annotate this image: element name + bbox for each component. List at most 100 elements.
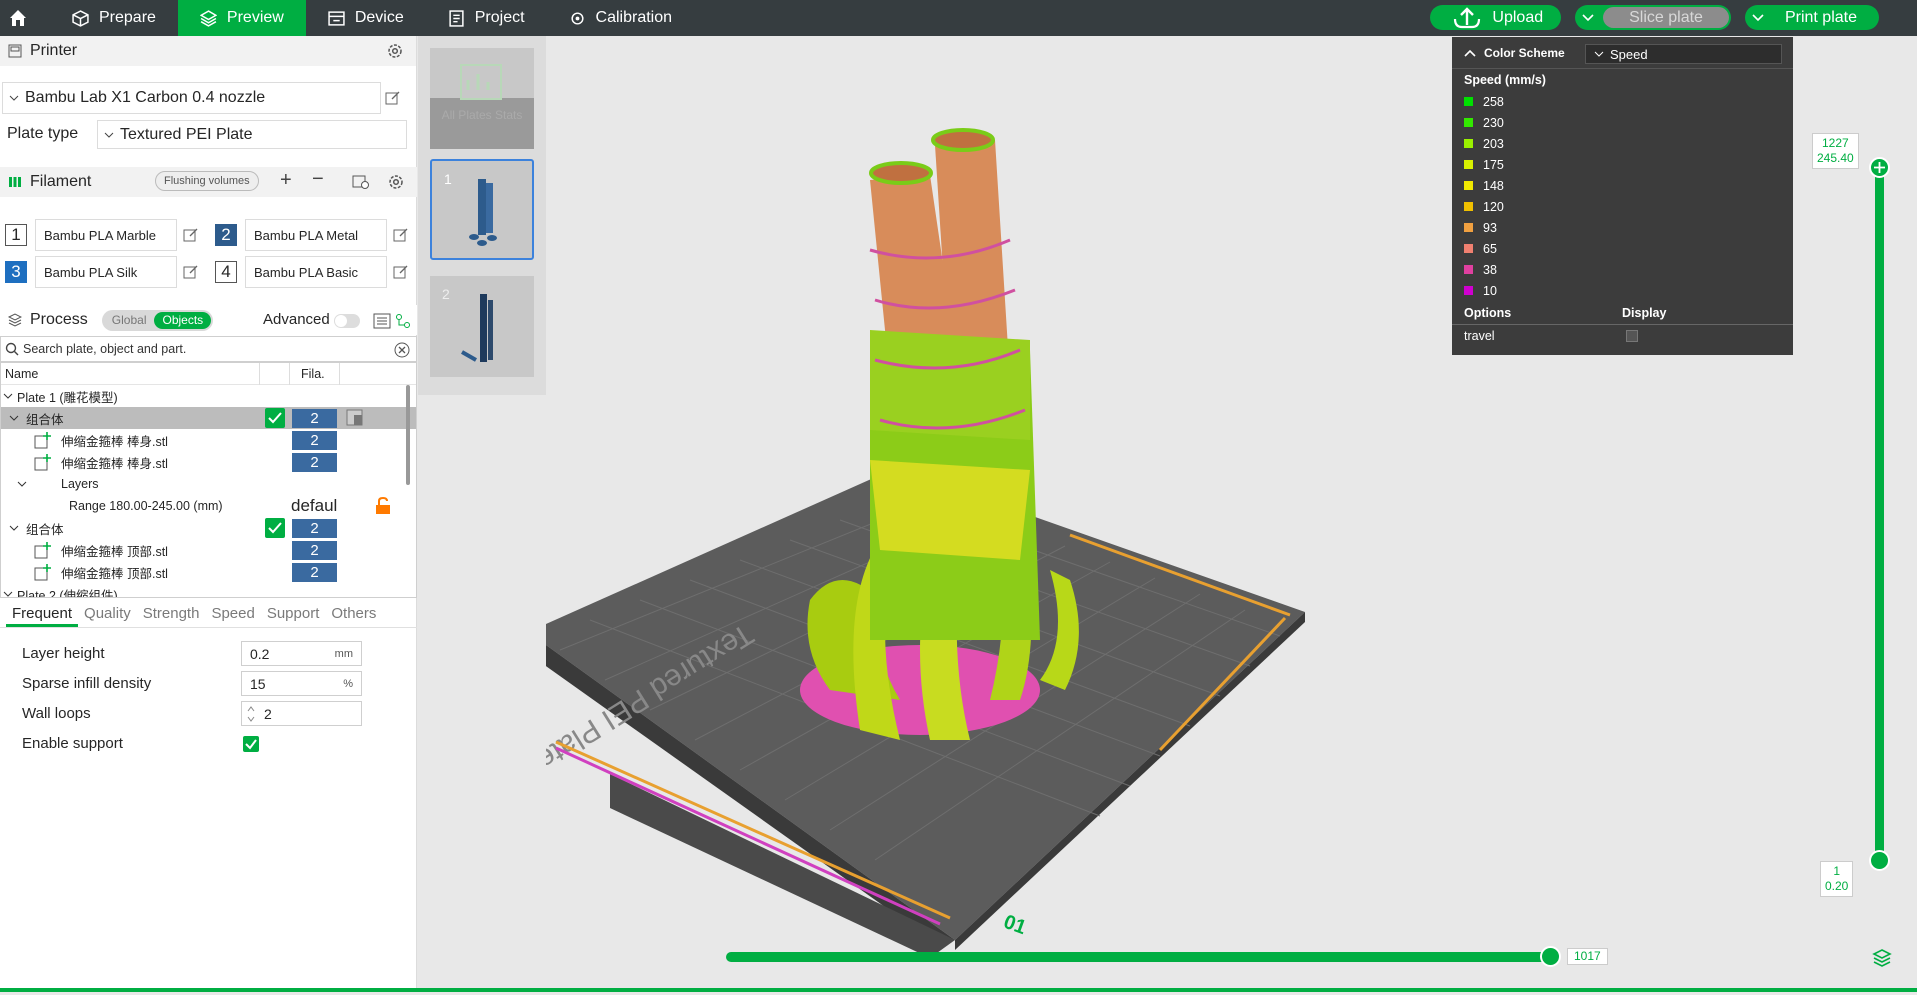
layer-slider-track[interactable] (1875, 167, 1884, 860)
travel-display-checkbox[interactable] (1626, 330, 1638, 342)
filament-badge[interactable]: 2 (292, 430, 337, 450)
plate-type-select[interactable]: Textured PEI Plate (97, 120, 407, 149)
process-title: Process (30, 311, 88, 328)
chevron-up-icon[interactable] (1464, 49, 1476, 57)
filament-badge[interactable]: 2 (292, 408, 337, 428)
tree-row-group-2[interactable]: 组合体 2 (1, 517, 416, 539)
tree-row-part[interactable]: 伸缩金箍棒 棒身.stl 2 (1, 429, 416, 451)
edit-filament-icon[interactable] (183, 264, 199, 280)
sync-filament-icon[interactable] (352, 174, 370, 190)
tab-others[interactable]: Others (325, 600, 382, 627)
edit-filament-icon[interactable] (393, 264, 409, 280)
tree-row-label: 伸缩金箍棒 棒身.stl (61, 456, 168, 471)
tree-row-range[interactable]: Range 180.00-245.00 (mm) defaul (1, 495, 416, 517)
plate-1-number: 1 (444, 171, 452, 187)
tab-preview[interactable]: Preview (177, 0, 306, 36)
filament-slot-1[interactable]: 1 Bambu PLA Marble (5, 219, 199, 251)
group-visible-checkbox[interactable] (265, 408, 285, 428)
chevron-down-icon (104, 132, 114, 138)
upload-label: Upload (1492, 8, 1544, 26)
legend-swatch (1464, 181, 1473, 190)
filament-badge[interactable]: 2 (292, 452, 337, 472)
tab-project[interactable]: Project (426, 0, 547, 36)
filament-badge[interactable]: 2 (292, 540, 337, 560)
flushing-volumes-button[interactable]: Flushing volumes (155, 171, 259, 191)
tab-quality[interactable]: Quality (78, 600, 137, 627)
layer-height-input[interactable]: 0.2 mm (241, 641, 362, 666)
tab-speed[interactable]: Speed (205, 600, 260, 627)
tab-strength[interactable]: Strength (137, 600, 206, 627)
legend-entry: 230 (1452, 112, 1793, 133)
tree-row-group-1[interactable]: 组合体 2 (1, 407, 416, 429)
objects-option[interactable]: Objects (154, 311, 212, 329)
filament-slot-4[interactable]: 4 Bambu PLA Basic (215, 256, 409, 288)
tab-calibration[interactable]: Calibration (547, 0, 694, 36)
tab-prepare[interactable]: Prepare (50, 0, 178, 36)
all-plates-stats-thumb[interactable]: All Plates Stats (430, 48, 534, 149)
legend-entry: 65 (1452, 238, 1793, 259)
display-label: Display (1622, 305, 1667, 320)
search-icon (5, 342, 19, 356)
advanced-toggle[interactable] (334, 314, 360, 328)
color-scheme-select[interactable]: Speed (1585, 44, 1782, 64)
layer-slider-top-handle[interactable] (1869, 157, 1890, 178)
process-list-icon[interactable] (373, 313, 391, 329)
printer-settings-icon[interactable] (386, 42, 404, 60)
tree-row-plate-1[interactable]: Plate 1 (雕花模型) (1, 385, 416, 407)
unlock-icon[interactable] (375, 497, 391, 515)
group-visible-checkbox[interactable] (265, 518, 285, 538)
print-dropdown[interactable] (1745, 5, 1771, 30)
part-icon (34, 564, 51, 581)
legend-header: Color Scheme Speed (1452, 37, 1793, 69)
clear-search-icon[interactable] (394, 342, 410, 358)
object-search-input[interactable]: Search plate, object and part. (0, 336, 417, 362)
filament-num-4: 4 (215, 261, 237, 283)
edit-filament-icon[interactable] (183, 227, 199, 243)
plus-icon (1874, 162, 1885, 173)
legend-swatch (1464, 286, 1473, 295)
print-plate-button[interactable]: Print plate (1744, 5, 1879, 30)
home-button[interactable] (0, 0, 36, 36)
filament-slot-2[interactable]: 2 Bambu PLA Metal (215, 219, 409, 251)
tree-row-part[interactable]: 伸缩金箍棒 棒身.stl 2 (1, 451, 416, 473)
edit-filament-icon[interactable] (393, 227, 409, 243)
process-scope-toggle[interactable]: Global Objects (101, 309, 214, 331)
legend-entry: 10 (1452, 280, 1793, 301)
color-scheme-legend: Color Scheme Speed Speed (mm/s) 258 230 … (1452, 37, 1793, 355)
wall-loops-stepper[interactable]: 2 (241, 701, 362, 726)
tab-support[interactable]: Support (261, 600, 326, 627)
global-option[interactable]: Global (104, 312, 155, 329)
enable-support-checkbox[interactable] (243, 736, 259, 752)
stepper-arrows-icon[interactable] (247, 705, 255, 723)
legend-swatch (1464, 97, 1473, 106)
layer-slider-bottom-handle[interactable] (1869, 850, 1890, 871)
infill-input[interactable]: 15 % (241, 671, 362, 696)
tab-frequent[interactable]: Frequent (6, 600, 79, 627)
tree-scrollbar[interactable] (406, 385, 410, 485)
tree-row-part[interactable]: 伸缩金箍棒 顶部.stl 2 (1, 561, 416, 583)
tree-row-plate-2[interactable]: Plate 2 (伸缩组件) (1, 583, 416, 597)
printer-select[interactable]: Bambu Lab X1 Carbon 0.4 nozzle (2, 82, 381, 114)
filament-badge[interactable]: 2 (292, 518, 337, 538)
filament-badge[interactable]: 2 (292, 562, 337, 582)
layers-toggle-icon[interactable] (1872, 948, 1892, 968)
remove-filament-icon[interactable]: − (312, 168, 324, 191)
filament-settings-icon[interactable] (387, 173, 405, 191)
plate-1-thumb[interactable]: 1 (430, 159, 534, 260)
upload-button[interactable]: Upload (1430, 5, 1562, 30)
legend-value: 38 (1483, 262, 1497, 277)
move-slider-handle[interactable] (1540, 946, 1561, 967)
slice-plate-button[interactable]: Slice plate (1575, 5, 1731, 30)
plate-2-thumb[interactable]: 2 (430, 276, 534, 377)
gcode-move-slider[interactable] (726, 952, 1551, 962)
tab-device[interactable]: Device (306, 0, 426, 36)
object-settings-icon[interactable] (346, 409, 364, 427)
add-filament-icon[interactable]: + (280, 169, 292, 192)
process-compare-icon[interactable] (395, 313, 411, 329)
tree-row-part[interactable]: 伸缩金箍棒 顶部.stl 2 (1, 539, 416, 561)
filament-slot-3[interactable]: 3 Bambu PLA Silk (5, 256, 199, 288)
edit-printer-icon[interactable] (385, 90, 401, 106)
legend-value: 203 (1483, 136, 1504, 151)
slice-dropdown[interactable] (1575, 5, 1601, 30)
tree-row-layers[interactable]: Layers (1, 473, 416, 495)
